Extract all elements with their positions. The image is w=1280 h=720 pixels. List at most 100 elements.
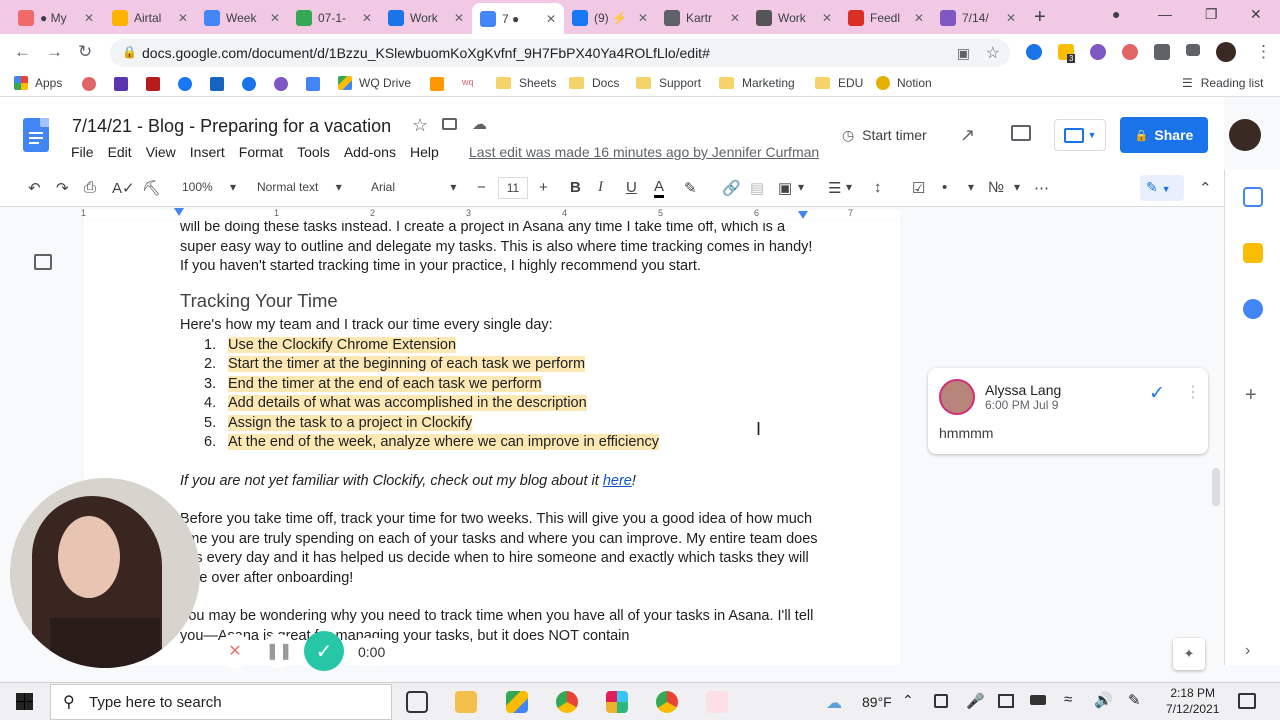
- ruler[interactable]: 1 1 2 3 4 5 6 7: [0, 207, 900, 221]
- add-addon-icon[interactable]: +: [1245, 384, 1257, 407]
- menu-tools[interactable]: Tools: [297, 144, 330, 160]
- close-tab-icon[interactable]: ✕: [362, 11, 372, 25]
- chrome-icon[interactable]: [556, 691, 578, 713]
- document-title[interactable]: 7/14/21 - Blog - Preparing for a vacatio…: [72, 116, 391, 137]
- meet-now-icon[interactable]: [934, 694, 948, 708]
- chevron-down-icon[interactable]: ▾: [846, 180, 852, 194]
- menu-insert[interactable]: Insert: [190, 144, 225, 160]
- google-drive-icon[interactable]: [506, 691, 528, 713]
- paint-format-icon[interactable]: ⛏: [142, 179, 161, 197]
- recorder-app-icon[interactable]: [706, 691, 728, 713]
- task-view-icon[interactable]: [406, 691, 428, 713]
- asana-bookmark-icon[interactable]: [82, 77, 96, 91]
- browser-tab[interactable]: Kartr ✕: [656, 4, 748, 32]
- wifi-icon[interactable]: ≈: [1064, 691, 1072, 708]
- browser-tab[interactable]: ● My ✕: [10, 4, 102, 32]
- here-link[interactable]: here: [603, 473, 632, 489]
- pen-icon[interactable]: ✎: [1128, 691, 1141, 709]
- battery-icon[interactable]: [1030, 695, 1046, 705]
- slack-icon[interactable]: [606, 691, 628, 713]
- font-size-field[interactable]: 11: [498, 177, 528, 199]
- spellcheck-icon[interactable]: A✓: [112, 179, 135, 197]
- forward-icon[interactable]: →: [46, 42, 63, 62]
- close-tab-icon[interactable]: ✕: [270, 11, 280, 25]
- editing-mode-button[interactable]: ✎ ▼: [1140, 175, 1184, 201]
- cancel-recording-icon[interactable]: ✕: [218, 634, 252, 668]
- windows-start-icon[interactable]: [16, 693, 33, 710]
- reload-icon[interactable]: ↻: [78, 42, 92, 62]
- user-avatar[interactable]: [1229, 119, 1261, 151]
- browser-tab[interactable]: Week ✕: [196, 4, 288, 32]
- facebook-bookmark-icon[interactable]: [178, 77, 192, 91]
- italic-icon[interactable]: I: [598, 179, 603, 196]
- bold-icon[interactable]: B: [570, 179, 581, 196]
- menu-format[interactable]: Format: [239, 144, 283, 160]
- calendar-icon[interactable]: [1243, 187, 1263, 207]
- document-page[interactable]: will be doing these tasks instead. I cre…: [84, 221, 900, 665]
- align-left-icon[interactable]: ☰: [828, 179, 841, 197]
- browser-tab[interactable]: Work ✕: [380, 4, 472, 32]
- chevron-down-icon[interactable]: ▾: [1014, 180, 1020, 194]
- start-timer-button[interactable]: ◷ Start timer: [842, 127, 927, 144]
- document-outline-icon[interactable]: [34, 254, 52, 270]
- chevron-down-icon[interactable]: ▾: [798, 180, 804, 194]
- close-tab-icon[interactable]: ✕: [84, 11, 94, 25]
- close-tab-icon[interactable]: ✕: [822, 11, 832, 25]
- url-field[interactable]: 🔒 docs.google.com/document/d/1Bzzu_KSlew…: [110, 39, 1010, 67]
- bookmark-icon[interactable]: [114, 77, 128, 91]
- line-spacing-icon[interactable]: ↕: [874, 179, 882, 196]
- volume-icon[interactable]: 🔊: [1094, 691, 1113, 709]
- bookmark-star-icon[interactable]: ☆: [986, 43, 1000, 63]
- collapse-menus-icon[interactable]: ⌃: [1199, 179, 1212, 197]
- chrome-menu-icon[interactable]: ⋮: [1255, 42, 1272, 62]
- share-button[interactable]: 🔒 Share: [1120, 117, 1208, 153]
- last-edit-link[interactable]: Last edit was made 16 minutes ago by Jen…: [469, 144, 819, 160]
- finish-recording-icon[interactable]: ✓: [304, 631, 344, 671]
- cloud-saved-icon[interactable]: ☁: [472, 115, 487, 133]
- bookmark-sheets[interactable]: Sheets: [496, 76, 556, 90]
- capture-icon[interactable]: [998, 694, 1014, 708]
- browser-tab[interactable]: Feedl ✕: [840, 4, 932, 32]
- clockify-extension-icon[interactable]: [1090, 44, 1106, 60]
- font-select[interactable]: Arial ▾: [371, 180, 456, 194]
- print-icon[interactable]: ⎙: [84, 179, 96, 196]
- weather-icon[interactable]: ☁: [826, 693, 842, 713]
- menu-file[interactable]: File: [71, 144, 94, 160]
- browser-tab[interactable]: 07-1- ✕: [288, 4, 380, 32]
- bookmark-apps[interactable]: Apps: [14, 76, 62, 90]
- bookmark-marketing[interactable]: Marketing: [719, 76, 795, 90]
- microphone-icon[interactable]: 🎤: [966, 692, 985, 710]
- close-tab-icon[interactable]: ✕: [546, 12, 556, 26]
- decrease-font-size-icon[interactable]: −: [477, 179, 486, 196]
- close-tab-icon[interactable]: ✕: [454, 11, 464, 25]
- close-tab-icon[interactable]: ✕: [638, 11, 648, 25]
- bookmark-wq-drive[interactable]: WQ Drive: [338, 76, 411, 90]
- activity-trend-icon[interactable]: ↗: [960, 125, 975, 146]
- zoom-select[interactable]: 100% ▾: [182, 180, 236, 194]
- style-select[interactable]: Normal text ▾: [257, 180, 342, 194]
- browser-tab[interactable]: Airtal ✕: [104, 4, 196, 32]
- taskbar-search-input[interactable]: ⚲ Type here to search: [50, 684, 392, 720]
- highlight-icon[interactable]: ✎: [684, 179, 697, 197]
- minimize-icon[interactable]: —: [1158, 6, 1172, 22]
- more-options-icon[interactable]: ⋯: [1034, 179, 1049, 197]
- asana-extension-icon[interactable]: [1122, 44, 1138, 60]
- system-clock[interactable]: 2:18 PM 7/12/2021: [1166, 685, 1219, 717]
- close-window-icon[interactable]: ✕: [1250, 6, 1262, 23]
- file-explorer-icon[interactable]: [455, 691, 477, 713]
- checklist-icon[interactable]: ☑: [912, 179, 925, 197]
- link-icon[interactable]: 🔗: [722, 179, 741, 197]
- chevron-down-icon[interactable]: ▾: [968, 180, 974, 194]
- menu-view[interactable]: View: [146, 144, 176, 160]
- show-hidden-icons-icon[interactable]: ⌃: [902, 692, 914, 709]
- underline-icon[interactable]: U: [626, 179, 637, 196]
- comment-history-icon[interactable]: [1011, 125, 1031, 141]
- camera-icon[interactable]: ▣: [957, 45, 970, 62]
- text-color-icon[interactable]: A: [654, 179, 665, 198]
- tab-search-icon[interactable]: ●: [1112, 6, 1120, 22]
- browser-tab[interactable]: 7/14/ ✕: [932, 4, 1024, 32]
- reading-list-button[interactable]: ☰ Reading list: [1182, 76, 1263, 90]
- close-tab-icon[interactable]: ✕: [178, 11, 188, 25]
- temperature[interactable]: 89°F: [862, 694, 892, 710]
- bulleted-list-icon[interactable]: •: [942, 179, 947, 196]
